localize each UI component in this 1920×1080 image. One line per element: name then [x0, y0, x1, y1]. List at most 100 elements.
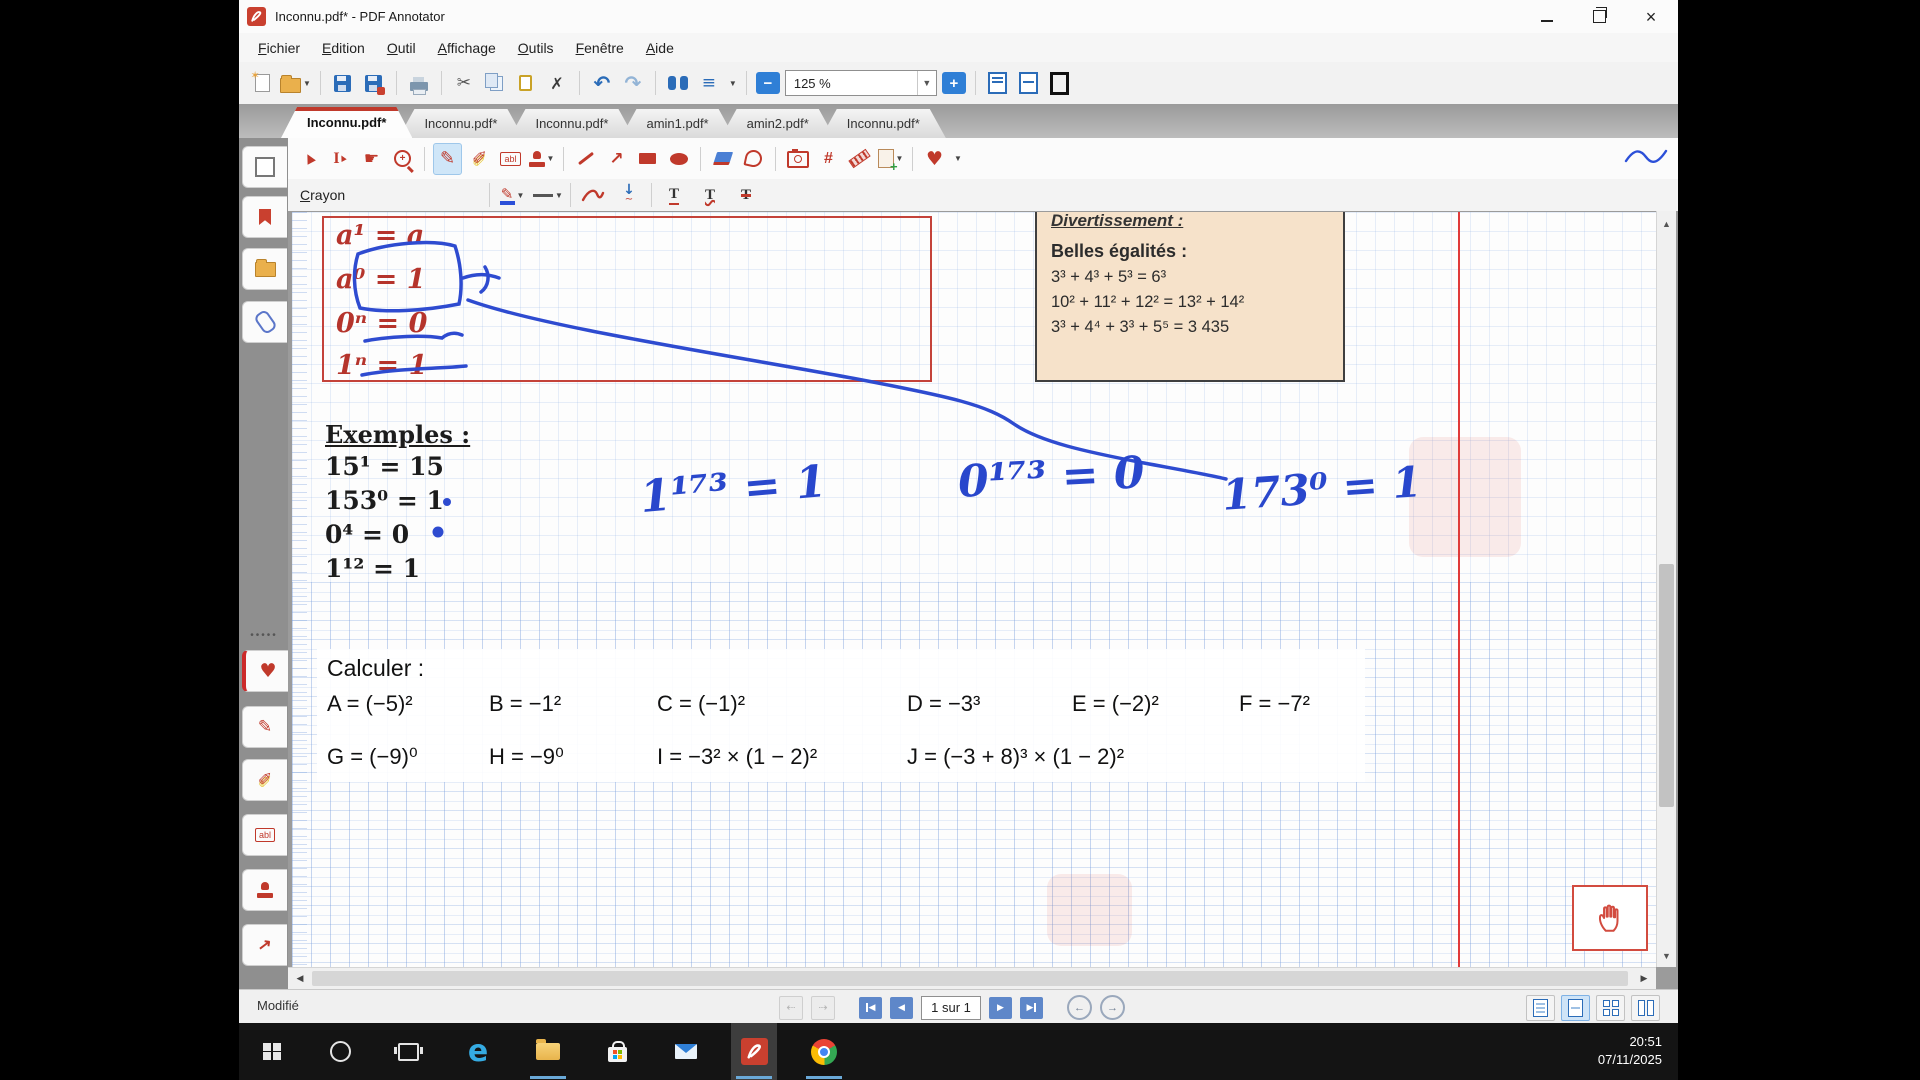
chrome-taskbar-button[interactable]: [801, 1023, 847, 1080]
snapshot-tool-button[interactable]: [784, 144, 811, 174]
scroll-left-icon[interactable]: ◀: [290, 968, 310, 989]
zoom-combo-caret-icon[interactable]: ▼: [916, 71, 936, 95]
copy-button[interactable]: [482, 69, 508, 97]
taskbar-clock[interactable]: 20:51 07/11/2025: [1598, 1033, 1662, 1069]
eraser-tool-button[interactable]: [709, 144, 736, 174]
text-select-tool-button[interactable]: I ▲: [327, 144, 354, 174]
open-button[interactable]: ▼: [280, 69, 311, 97]
rectangle-tool-button[interactable]: [634, 144, 661, 174]
ellipse-tool-button[interactable]: [665, 144, 692, 174]
pdf-annotator-taskbar-button[interactable]: [731, 1023, 777, 1080]
horizontal-scroll-thumb[interactable]: [312, 971, 1628, 986]
measure-tool-button[interactable]: [846, 144, 873, 174]
move-page-back-button[interactable]: ⇠: [779, 995, 803, 1020]
tab-document-2[interactable]: Inconnu.pdf*: [398, 109, 523, 138]
page-indicator-input[interactable]: 1 sur 1: [921, 995, 981, 1020]
line-width-button[interactable]: ▼: [533, 182, 563, 208]
zoom-level-combo[interactable]: 125 % ▼: [784, 70, 937, 96]
pdf-page[interactable]: a¹ = a a⁰ = 1 0ⁿ = 0 1ⁿ = 1 Divertisseme…: [292, 212, 1656, 967]
hand-stamp-annotation[interactable]: [1572, 885, 1648, 951]
tab-document-6[interactable]: Inconnu.pdf*: [821, 109, 946, 138]
zoom-in-button[interactable]: +: [941, 72, 966, 94]
pen-color-button[interactable]: ✎ ▼: [497, 182, 527, 208]
print-button[interactable]: [406, 69, 432, 97]
grid-view-button[interactable]: [1596, 995, 1625, 1021]
scroll-up-icon[interactable]: ▲: [1657, 215, 1676, 233]
sidebar-stamp-tab[interactable]: [242, 869, 287, 911]
pressure-button[interactable]: ↓ ∼: [614, 182, 644, 208]
lasso-tool-button[interactable]: [740, 144, 767, 174]
cut-button[interactable]: ✂: [451, 69, 477, 97]
two-page-view-button[interactable]: [1631, 995, 1660, 1021]
menu-edition[interactable]: Edition: [313, 36, 374, 60]
new-document-button[interactable]: ✶: [249, 69, 275, 97]
sidebar-thumbnails-tab[interactable]: [242, 248, 287, 290]
delete-button[interactable]: ✗: [544, 69, 570, 97]
close-button[interactable]: ×: [1638, 6, 1664, 28]
last-page-button[interactable]: ▶: [1020, 996, 1043, 1019]
sidebar-bookmarks-tab[interactable]: [242, 196, 287, 238]
pen-tool-button[interactable]: ✎: [433, 142, 462, 175]
tab-document-1[interactable]: Inconnu.pdf*: [281, 107, 412, 138]
format-strike-button[interactable]: T: [731, 182, 761, 208]
menu-fenetre[interactable]: Fenêtre: [567, 36, 633, 60]
fit-width-button[interactable]: [1016, 69, 1042, 97]
smooth-stroke-button[interactable]: [578, 182, 608, 208]
format-underline-button[interactable]: T: [659, 182, 689, 208]
sidebar-pen-tab[interactable]: ✎: [242, 706, 287, 748]
highlighter-tool-button[interactable]: ✐: [466, 144, 493, 174]
save-button[interactable]: [330, 69, 356, 97]
horizontal-scrollbar[interactable]: ◀ ▶: [288, 967, 1656, 989]
vertical-scroll-thumb[interactable]: [1659, 564, 1674, 807]
menu-aide[interactable]: Aide: [637, 36, 683, 60]
sidebar-drag-handle[interactable]: •••••: [243, 630, 285, 641]
sidebar-pages-tab[interactable]: [242, 146, 287, 188]
menu-affichage[interactable]: Affichage: [429, 36, 505, 60]
add-page-button[interactable]: ▼: [877, 144, 904, 174]
mail-taskbar-button[interactable]: [663, 1023, 709, 1080]
sidebar-arrow-tab[interactable]: ↗: [242, 924, 287, 966]
select-tool-button[interactable]: ▲: [296, 144, 323, 174]
save-annotations-button[interactable]: [361, 69, 387, 97]
sidebar-favorites-tab[interactable]: ♥: [242, 650, 290, 692]
previous-page-button[interactable]: ◀: [890, 996, 913, 1019]
sidebar-attachments-tab[interactable]: [242, 301, 287, 343]
edge-taskbar-button[interactable]: e: [455, 1023, 501, 1080]
next-page-button[interactable]: ▶: [989, 996, 1012, 1019]
line-tool-button[interactable]: [572, 144, 599, 174]
vertical-scrollbar[interactable]: ▲ ▼: [1656, 211, 1676, 967]
arrow-tool-button[interactable]: ↗: [603, 144, 630, 174]
pan-hand-tool-button[interactable]: ☛: [358, 144, 385, 174]
panel-toggle-button[interactable]: [1047, 69, 1073, 97]
favorites-caret-icon[interactable]: ▼: [954, 154, 962, 163]
view-history-back-button[interactable]: ←: [1067, 995, 1092, 1020]
search-button-taskbar[interactable]: [317, 1023, 363, 1080]
start-button[interactable]: [249, 1023, 295, 1080]
favorites-button[interactable]: ♥: [921, 144, 948, 174]
task-view-button[interactable]: [385, 1023, 431, 1080]
view-history-forward-button[interactable]: →: [1100, 995, 1125, 1020]
single-page-view-button[interactable]: [1526, 995, 1555, 1021]
sidebar-highlighter-tab[interactable]: ✐: [242, 759, 287, 801]
scroll-down-icon[interactable]: ▼: [1657, 947, 1676, 965]
file-explorer-taskbar-button[interactable]: [525, 1023, 571, 1080]
first-page-button[interactable]: ◀: [859, 996, 882, 1019]
menu-outils[interactable]: Outils: [509, 36, 563, 60]
store-taskbar-button[interactable]: [594, 1023, 640, 1080]
scroll-right-icon[interactable]: ▶: [1634, 968, 1654, 989]
text-box-tool-button[interactable]: abl: [497, 144, 524, 174]
sidebar-text-tab[interactable]: abl: [242, 814, 287, 856]
fit-page-button[interactable]: [985, 69, 1011, 97]
paste-button[interactable]: [513, 69, 539, 97]
fit-page-view-button[interactable]: [1561, 995, 1590, 1021]
stamp-tool-button[interactable]: ▼: [528, 144, 555, 174]
minimize-button[interactable]: [1534, 6, 1560, 28]
annotation-list-caret-icon[interactable]: ▼: [729, 79, 737, 88]
tab-document-5[interactable]: amin2.pdf*: [721, 109, 835, 138]
tab-document-3[interactable]: Inconnu.pdf*: [509, 109, 634, 138]
format-squiggle-button[interactable]: T: [695, 182, 725, 208]
search-button[interactable]: [665, 69, 691, 97]
redo-button[interactable]: ↷: [620, 69, 646, 97]
zoom-out-button[interactable]: −: [755, 72, 780, 94]
zoom-tool-button[interactable]: +: [389, 144, 416, 174]
